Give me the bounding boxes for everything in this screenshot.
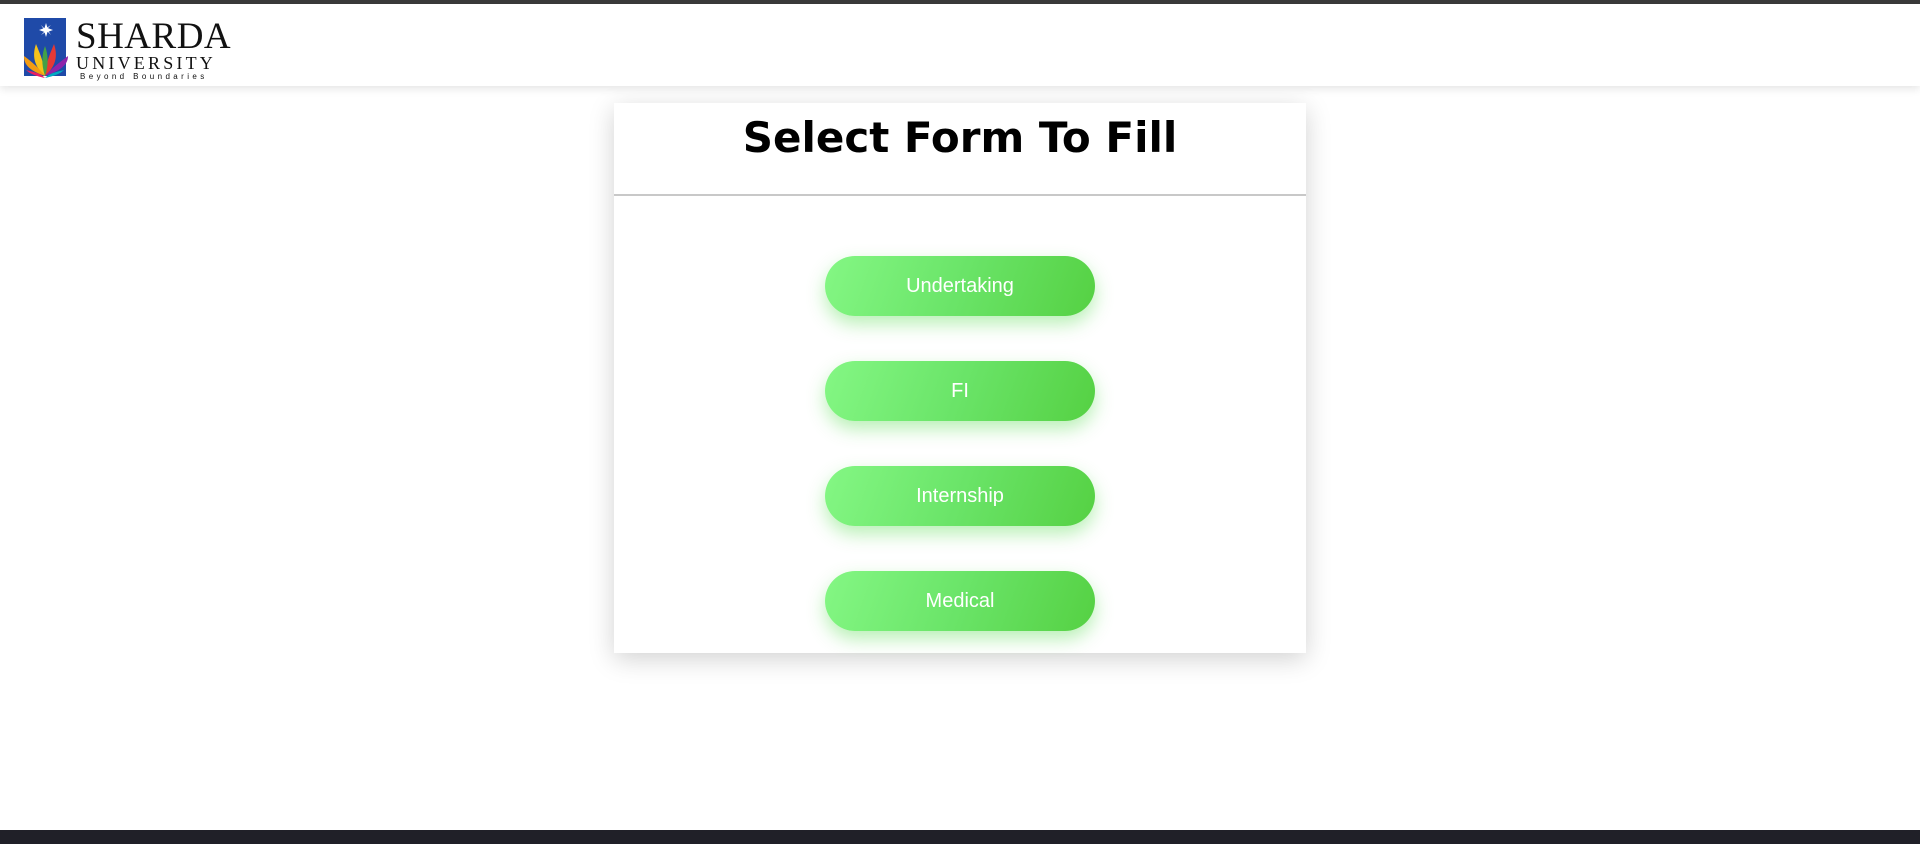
site-header: SHARDA UNIVERSITY Beyond Boundaries bbox=[0, 4, 1920, 86]
university-emblem-icon bbox=[24, 18, 68, 80]
form-select-card: Select Form To Fill Undertaking FI Inter… bbox=[614, 103, 1306, 653]
logo-subtitle: UNIVERSITY bbox=[76, 53, 216, 73]
os-taskbar bbox=[0, 830, 1920, 844]
internship-button[interactable]: Internship bbox=[825, 466, 1095, 526]
page-title: Select Form To Fill bbox=[742, 113, 1178, 162]
title-divider bbox=[614, 194, 1306, 196]
medical-button[interactable]: Medical bbox=[825, 571, 1095, 631]
logo-tagline: Beyond Boundaries bbox=[80, 72, 208, 81]
logo-wordmark: SHARDA UNIVERSITY Beyond Boundaries bbox=[76, 16, 232, 82]
logo-title: SHARDA bbox=[76, 16, 232, 57]
sharda-university-logo[interactable]: SHARDA UNIVERSITY Beyond Boundaries bbox=[24, 18, 244, 84]
fi-button[interactable]: FI bbox=[825, 361, 1095, 421]
undertaking-button[interactable]: Undertaking bbox=[825, 256, 1095, 316]
